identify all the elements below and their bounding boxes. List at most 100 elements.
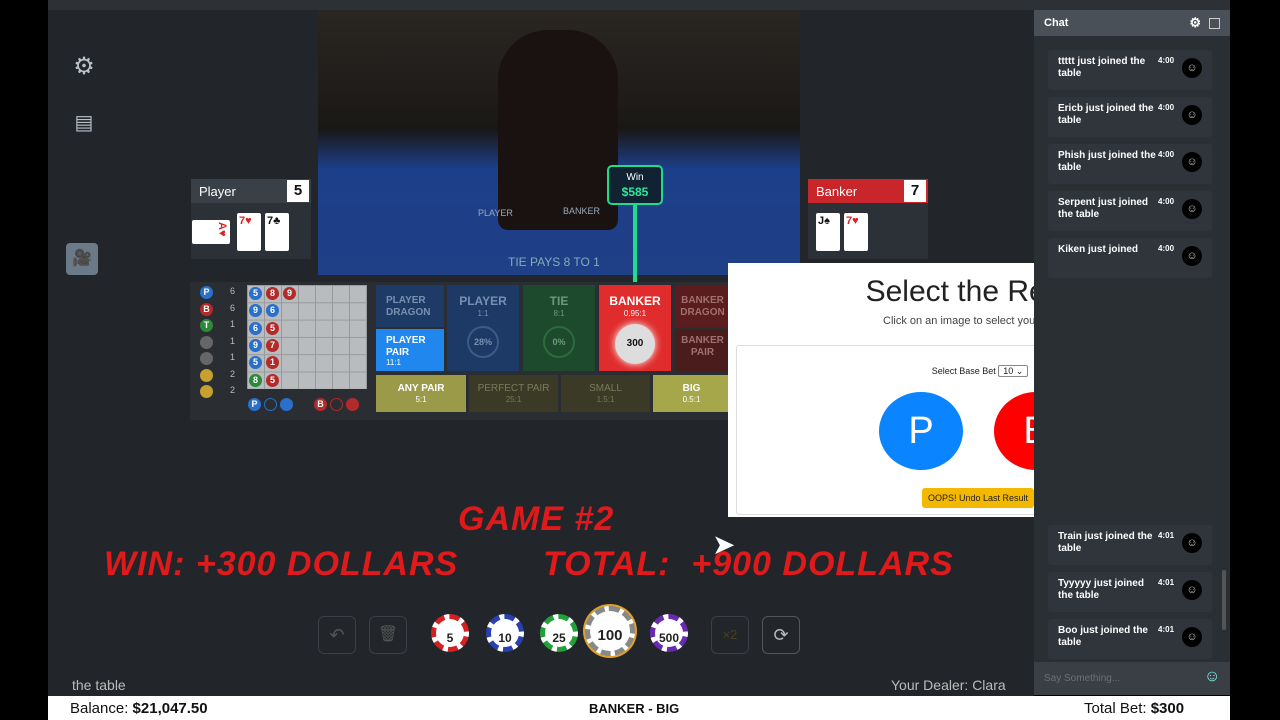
bet-banker[interactable]: BANKER 0.95:1 300 bbox=[599, 285, 671, 371]
gear-icon[interactable]: ⚙ bbox=[70, 53, 98, 81]
felt-banker: BANKER bbox=[563, 206, 601, 216]
banker-label: Banker bbox=[816, 183, 858, 199]
stat-marker bbox=[200, 335, 213, 349]
predict-dot bbox=[346, 398, 359, 411]
status-bar: Balance: $21,047.50 BANKER - BIG Total B… bbox=[48, 696, 1230, 720]
base-bet-label: Select Base Bet bbox=[931, 366, 996, 376]
message-text: Kiken just joined bbox=[1058, 244, 1139, 255]
gear-icon[interactable]: ⚙ bbox=[1189, 15, 1201, 31]
predict-player: P bbox=[248, 398, 261, 411]
bet-small[interactable]: SMALL 1.5:1 bbox=[561, 375, 650, 412]
trash-icon[interactable]: 🗑 bbox=[369, 616, 407, 654]
player-card: 7♥ bbox=[237, 213, 261, 251]
predict-circle bbox=[330, 398, 343, 411]
bead: 8 bbox=[266, 287, 279, 300]
undo-icon[interactable]: ↶ bbox=[318, 616, 356, 654]
minimize-icon[interactable] bbox=[1209, 17, 1220, 29]
banker-score: 7 bbox=[904, 180, 926, 202]
mouse-cursor: ➤ bbox=[712, 529, 736, 560]
message-time: 4:01 bbox=[1158, 578, 1175, 587]
notes-icon[interactable]: ▤ bbox=[70, 109, 98, 137]
player-bet-label: PLAYER bbox=[459, 294, 507, 308]
avatar-icon: ☺ bbox=[1182, 246, 1202, 266]
chat-message: Ericb just joined the table 4:00 ☺ bbox=[1048, 97, 1212, 137]
chat-message: Serpent just joined the table 4:00 ☺ bbox=[1048, 191, 1212, 231]
stat-count: 6 bbox=[230, 286, 236, 296]
banker-card: J♠ bbox=[816, 213, 840, 251]
stat-marker: T bbox=[200, 319, 213, 332]
stat-count: 1 bbox=[230, 352, 236, 362]
stat-marker: P bbox=[200, 286, 213, 299]
message-time: 4:01 bbox=[1158, 625, 1175, 634]
bead: 5 bbox=[266, 321, 279, 335]
bead: 9 bbox=[249, 338, 262, 352]
emoji-icon[interactable]: ☺ bbox=[1204, 668, 1220, 686]
bet-big[interactable]: BIG 0.5:1 bbox=[653, 375, 730, 412]
bet-tie[interactable]: TIE 8:1 0% bbox=[523, 285, 595, 371]
predict-circle bbox=[264, 398, 277, 411]
stat-count: 2 bbox=[230, 368, 236, 379]
any-pair-label: ANY PAIR bbox=[397, 383, 445, 394]
footer-left: the table bbox=[72, 677, 126, 693]
any-pair-odds: 5:1 bbox=[415, 394, 427, 404]
total-bet-value: $300 bbox=[1150, 700, 1185, 717]
bet-banker-dragon[interactable]: BANKER DRAGON bbox=[675, 285, 730, 327]
chip-500[interactable]: 500 bbox=[650, 614, 688, 652]
placed-chip: 300 bbox=[615, 323, 655, 364]
dealer-name: Your Dealer: Clara bbox=[891, 677, 1006, 693]
bet-banker-pair[interactable]: BANKER PAIR bbox=[675, 329, 730, 371]
player-pair-odds: 11:1 bbox=[386, 358, 401, 367]
felt-tie-text: TIE PAYS 8 TO 1 bbox=[508, 255, 600, 269]
predict-dot bbox=[280, 398, 293, 411]
win-badge: Win $585 bbox=[607, 165, 663, 205]
bet-player-pair[interactable]: PLAYER PAIR 11:1 bbox=[376, 329, 444, 371]
balance-value: $21,047.50 bbox=[132, 700, 208, 717]
chat-scrollbar[interactable] bbox=[1222, 570, 1226, 630]
chat-title: Chat bbox=[1044, 17, 1069, 29]
banker-bet-label: BANKER bbox=[609, 294, 661, 308]
banker-card: 7♥ bbox=[844, 213, 868, 251]
chat-panel: Chat ⚙ ttttt just joined the table 4:00 ☺ E… bbox=[1034, 10, 1230, 695]
chat-input[interactable]: Say Something... ☺ bbox=[1034, 662, 1230, 695]
message-time: 4:00 bbox=[1158, 244, 1175, 253]
felt-player: PLAYER bbox=[478, 208, 513, 218]
player-label: Player bbox=[199, 183, 236, 199]
chip-5[interactable]: 5 bbox=[431, 614, 469, 652]
win-text: WIN: +300 DOLLARS bbox=[104, 545, 459, 583]
avatar-icon: ☺ bbox=[1182, 580, 1202, 600]
player-hand: Player 5 A♥ 7♥ 7♣ bbox=[191, 179, 311, 259]
balance: Balance: $21,047.50 bbox=[70, 700, 208, 717]
dealer-figure bbox=[498, 30, 618, 230]
win-label: Win bbox=[626, 172, 644, 183]
chip-10[interactable]: 10 bbox=[486, 614, 524, 652]
bead-road bbox=[247, 285, 367, 389]
rebet-icon[interactable]: ⟳ bbox=[762, 616, 800, 654]
small-odds: 1.5:1 bbox=[596, 394, 615, 404]
chat-header: Chat ⚙ bbox=[1034, 10, 1230, 36]
double-icon[interactable]: ×2 bbox=[711, 616, 749, 654]
player-odds: 1:1 bbox=[477, 308, 489, 318]
result-text: BANKER - BIG bbox=[589, 701, 680, 716]
message-text: ttttt just joined the table bbox=[1058, 56, 1146, 79]
banker-odds: 0.95:1 bbox=[623, 308, 647, 318]
small-label: SMALL bbox=[589, 383, 622, 394]
stat-count: 2 bbox=[230, 385, 236, 395]
tie-percent: 0% bbox=[543, 325, 575, 358]
bet-player-dragon[interactable]: PLAYER DRAGON bbox=[376, 285, 444, 327]
chip-25[interactable]: 25 bbox=[540, 614, 578, 652]
player-percent: 28% bbox=[467, 325, 499, 358]
bet-player[interactable]: PLAYER 1:1 28% bbox=[447, 285, 519, 371]
base-bet-select[interactable]: 10 ⌄ bbox=[998, 365, 1029, 377]
select-player-button[interactable]: P bbox=[879, 392, 963, 470]
undo-button[interactable]: OOPS! Undo Last Result bbox=[922, 488, 1034, 508]
bead: 7 bbox=[266, 338, 279, 352]
betting-board: P6B6T11122 5899665975185 P B PLAYER DRAG… bbox=[190, 282, 730, 420]
bead: 5 bbox=[249, 287, 262, 300]
bet-any-pair[interactable]: ANY PAIR 5:1 bbox=[376, 375, 466, 412]
bet-perfect-pair[interactable]: PERFECT PAIR 25:1 bbox=[469, 375, 558, 412]
message-text: Tyyyyy just joined the table bbox=[1058, 578, 1144, 601]
camera-icon[interactable]: 🎥 bbox=[66, 243, 98, 275]
chip-100[interactable]: 100 bbox=[585, 606, 635, 656]
win-amount: $585 bbox=[621, 185, 649, 199]
chat-message: Kiken just joined 4:00 ☺ bbox=[1048, 238, 1212, 278]
